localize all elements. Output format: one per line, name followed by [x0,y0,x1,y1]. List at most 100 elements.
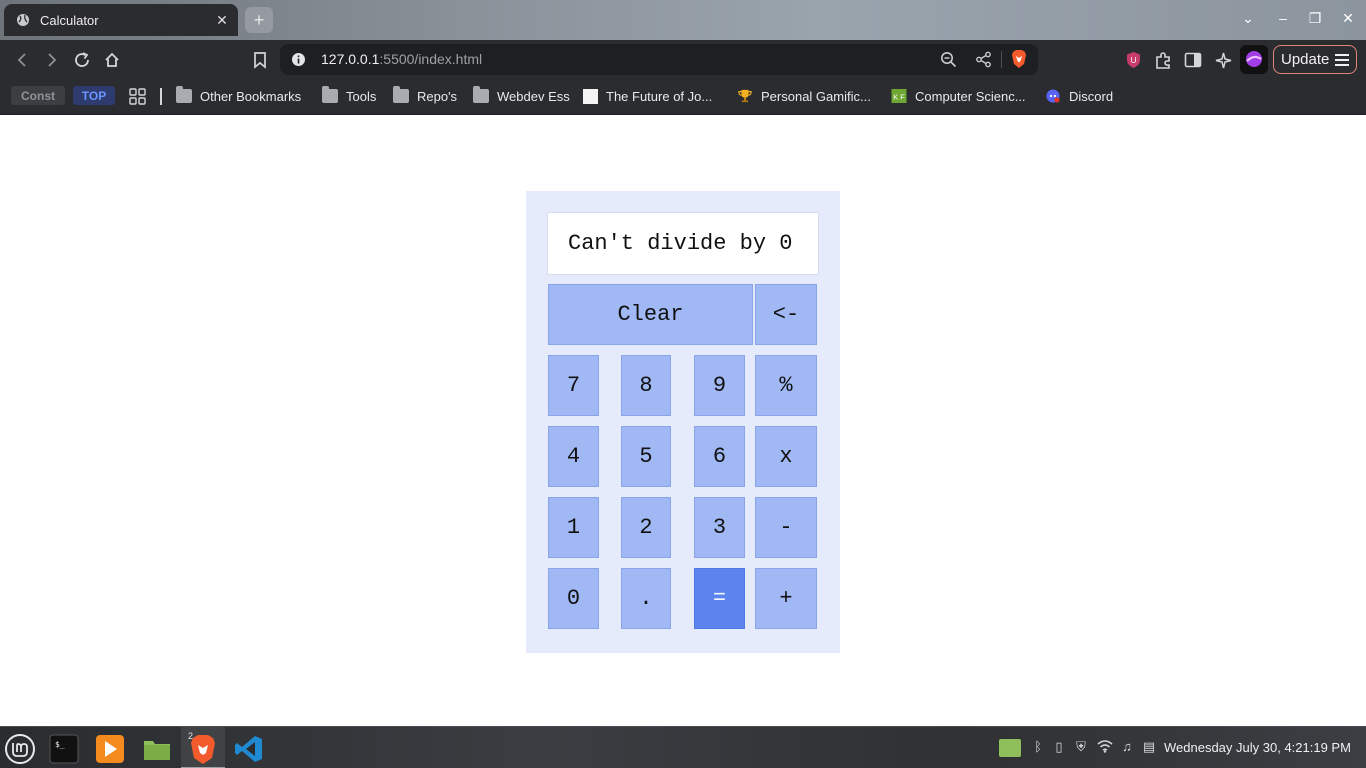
bookmark-other-bookmarks[interactable]: Other Bookmarks [176,86,301,106]
url-text[interactable]: 127.0.0.1:5500/index.html [321,51,482,67]
restore-icon[interactable]: ❐ [1305,10,1325,27]
key-3[interactable]: 3 [694,497,745,558]
key-6[interactable]: 6 [694,426,745,487]
bookmark-label: The Future of Jo... [606,88,713,104]
menu-icon [1335,51,1350,69]
sidebar-icon[interactable] [1182,49,1204,71]
key-4[interactable]: 4 [548,426,599,487]
bookmark-webdev-ess[interactable]: Webdev Ess [473,86,570,106]
kf-icon: K F [891,89,907,103]
percent-button[interactable]: % [755,355,817,416]
key-9[interactable]: 9 [694,355,745,416]
backspace-button[interactable]: <- [755,284,817,345]
minimize-icon[interactable]: – [1273,10,1293,26]
media-player-button[interactable] [93,732,127,766]
bookmark-tools[interactable]: Tools [322,86,376,106]
close-window-icon[interactable]: ✕ [1338,10,1358,27]
bookmark-computer-scienc[interactable]: K F Computer Scienc... [891,86,1026,106]
vscode-button[interactable] [232,732,266,766]
folder-icon [176,86,192,103]
trophy-icon [738,89,752,103]
bookmark-personal-gamific[interactable]: Personal Gamific... [737,86,871,106]
apps-grid-icon[interactable] [129,88,146,105]
browser-tab-strip: Calculator ✕ + ⌄ – ❐ ✕ [0,0,1366,40]
document-icon [583,88,598,104]
divider [1001,51,1002,68]
media-player-icon [96,735,124,763]
brave-shields-icon[interactable] [1010,49,1028,69]
key-2[interactable]: 2 [621,497,671,558]
forward-icon[interactable] [41,49,63,71]
bookmark-discord[interactable]: Discord [1045,86,1113,106]
bookmark-label: Webdev Ess [497,88,570,104]
bookmark-repos[interactable]: Repo's [393,86,457,106]
decimal-button[interactable]: . [621,568,671,629]
folder-icon [322,86,338,103]
brave-button[interactable]: 2 [186,731,220,766]
browser-toolbar: 127.0.0.1:5500/index.html U Update [0,40,1366,79]
home-icon[interactable] [101,49,123,71]
calculator-display: Can't divide by 0 [547,212,819,275]
sound-icon[interactable]: ♫ [1119,739,1135,755]
bookmark-label: Tools [346,88,377,104]
bookmarks-bar: Const TOP Other Bookmarks Tools Repo's W… [0,79,1366,115]
equals-button[interactable]: = [694,568,745,629]
bookmark-label: TOP [81,88,107,103]
close-tab-icon[interactable]: ✕ [214,12,230,28]
svg-text:K F: K F [893,92,905,101]
clear-button[interactable]: Clear [548,284,753,345]
key-5[interactable]: 5 [621,426,671,487]
clipboard-icon[interactable]: ▯ [1051,739,1067,755]
key-1[interactable]: 1 [548,497,599,558]
bookmark-label: Other Bookmarks [200,88,302,104]
minus-button[interactable]: - [755,497,817,558]
reload-icon[interactable] [71,49,93,71]
notes-icon[interactable]: ▤ [1141,739,1157,755]
svg-text:U: U [1131,56,1137,65]
tab-search-chevron-icon[interactable]: ⌄ [1238,10,1258,27]
clock[interactable]: Wednesday July 30, 4:21:19 PM [1164,740,1351,755]
page-viewport: Can't divide by 0 Clear <- 7 8 9 % 4 5 6… [0,115,1366,726]
tab-calculator[interactable]: Calculator ✕ [4,4,238,36]
brave-window-count: 2 [188,731,194,741]
bookmark-label: Const [21,88,55,103]
terminal-button[interactable]: $_ [47,732,81,766]
leo-ai-icon[interactable] [1212,49,1234,71]
site-info-icon[interactable] [291,52,306,67]
share-icon[interactable] [975,51,992,68]
bookmark-top[interactable]: TOP [73,86,115,105]
vpn-button[interactable] [1240,45,1268,74]
bookmark-icon[interactable] [249,49,271,71]
svg-text:$_: $_ [55,740,65,749]
files-button[interactable] [140,732,174,766]
new-tab-button[interactable]: + [245,7,273,33]
address-bar[interactable]: 127.0.0.1:5500/index.html [280,44,1038,75]
wifi-icon[interactable] [1097,739,1113,755]
bookmark-label: Personal Gamific... [761,88,871,104]
extensions-icon[interactable] [1152,49,1174,71]
bookmarks-separator [160,88,162,105]
workspace-icon[interactable] [999,739,1021,757]
mint-menu-button[interactable] [3,732,37,766]
update-label: Update [1281,51,1330,68]
multiply-button[interactable]: x [755,426,817,487]
globe-icon [17,14,29,26]
discord-icon [1046,89,1060,103]
shield-icon[interactable]: ⛨ [1073,739,1089,755]
key-7[interactable]: 7 [548,355,599,416]
plus-button[interactable]: + [755,568,817,629]
back-icon[interactable] [11,49,33,71]
url-path: :5500/index.html [379,51,483,67]
update-button[interactable]: Update [1273,45,1357,74]
bluetooth-icon[interactable]: ᛒ [1030,739,1046,755]
ublock-icon[interactable]: U [1125,51,1142,69]
zoom-icon[interactable] [940,51,957,68]
key-8[interactable]: 8 [621,355,671,416]
bookmark-label: Repo's [417,88,458,104]
calculator: Can't divide by 0 Clear <- 7 8 9 % 4 5 6… [526,191,840,653]
bookmark-const[interactable]: Const [11,86,65,105]
key-0[interactable]: 0 [548,568,599,629]
folder-icon [393,86,409,103]
vscode-icon [235,736,262,762]
bookmark-future-of-jo[interactable]: The Future of Jo... [583,86,712,106]
